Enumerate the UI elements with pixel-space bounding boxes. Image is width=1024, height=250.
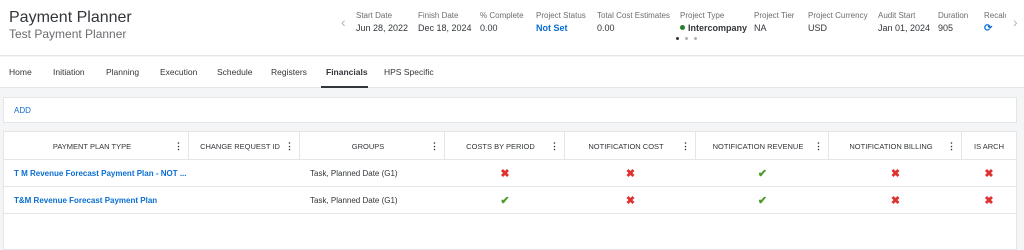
tab-execution[interactable]: Execution <box>160 67 197 77</box>
notification-cost-cell: ✖ <box>565 160 696 187</box>
status-dot-icon <box>680 25 685 30</box>
payment-plan-table: PAYMENT PLAN TYPE ⋮ CHANGE REQUEST ID ⋮ GR… <box>3 131 1017 250</box>
tab-home[interactable]: Home <box>9 67 32 77</box>
cross-icon: ✖ <box>984 168 994 180</box>
payment-plan-type-link[interactable]: T&M Revenue Forecast Payment Plan <box>4 187 189 214</box>
payment-plan-type-link[interactable]: T M Revenue Forecast Payment Plan - NOT … <box>4 160 189 187</box>
cross-icon: ✖ <box>500 168 510 180</box>
cross-icon: ✖ <box>890 195 901 207</box>
change-request-id-cell <box>189 160 300 187</box>
tab-initiation[interactable]: Initiation <box>53 67 85 77</box>
column-header-costs-by-period[interactable]: COSTS BY PERIOD ⋮ <box>445 132 565 160</box>
tab-hps-specific[interactable]: HPS Specific <box>384 67 434 77</box>
is-arch-cell: ✖ <box>962 160 1016 187</box>
notification-billing-cell: ✖ <box>829 187 962 214</box>
column-header-change-request-id[interactable]: CHANGE REQUEST ID ⋮ <box>189 132 300 160</box>
cross-icon: ✖ <box>890 168 901 180</box>
kpi-recalc[interactable]: Recalc ⟳ <box>984 11 1006 34</box>
tab-bar: Home Initiation Planning Execution Sched… <box>0 57 1024 88</box>
column-header-is-arch[interactable]: IS ARCH <box>962 132 1016 160</box>
page-subtitle: Test Payment Planner <box>9 27 127 41</box>
column-header-payment-plan-type[interactable]: PAYMENT PLAN TYPE ⋮ <box>4 132 189 160</box>
page-title: Payment Planner <box>9 9 132 26</box>
table-toolbar: ADD <box>3 97 1017 123</box>
notification-cost-cell: ✖ <box>565 187 696 214</box>
tab-registers[interactable]: Registers <box>271 67 307 77</box>
check-icon: ✔ <box>500 195 510 207</box>
column-header-notification-billing[interactable]: NOTIFICATION BILLING ⋮ <box>829 132 962 160</box>
pager-dot[interactable] <box>685 37 688 40</box>
tab-schedule[interactable]: Schedule <box>217 67 252 77</box>
kpi-project-status[interactable]: Project Status Not Set <box>536 11 586 33</box>
table-header: PAYMENT PLAN TYPE ⋮ CHANGE REQUEST ID ⋮ GR… <box>4 132 1016 160</box>
is-arch-cell: ✖ <box>962 187 1016 214</box>
kpi-project-type: Project Type Intercompany <box>680 11 748 33</box>
groups-cell: Task, Planned Date (G1) <box>310 169 398 178</box>
column-header-notification-revenue[interactable]: NOTIFICATION REVENUE ⋮ <box>696 132 829 160</box>
column-menu-icon[interactable]: ⋮ <box>430 142 439 151</box>
column-menu-icon[interactable]: ⋮ <box>947 142 956 151</box>
column-menu-icon[interactable]: ⋮ <box>550 142 559 151</box>
tab-financials[interactable]: Financials <box>326 67 368 77</box>
kpi-finish-date: Finish Date Dec 18, 2024 <box>418 11 472 33</box>
column-header-notification-cost[interactable]: NOTIFICATION COST ⋮ <box>565 132 696 160</box>
add-button[interactable]: ADD <box>14 106 31 115</box>
costs-by-period-cell: ✔ <box>445 187 565 214</box>
kpi-project-currency: Project Currency USD <box>808 11 868 33</box>
pager-dot[interactable] <box>694 37 697 40</box>
kpi-duration: Duration 905 <box>938 11 969 33</box>
cross-icon: ✖ <box>984 195 994 207</box>
column-header-groups[interactable]: GROUPS ⋮ <box>300 132 445 160</box>
pager-dot-active[interactable] <box>676 37 679 40</box>
next-kpi-arrow-icon[interactable]: › <box>1013 14 1018 30</box>
active-tab-indicator <box>321 86 368 88</box>
prev-kpi-arrow-icon[interactable]: ‹ <box>341 14 346 30</box>
kpi-pager <box>676 37 697 40</box>
kpi-percent-complete: % Complete 0.00 <box>480 11 524 33</box>
notification-revenue-cell: ✔ <box>696 160 829 187</box>
refresh-icon[interactable]: ⟳ <box>984 23 992 34</box>
kpi-start-date: Start Date Jun 28, 2022 <box>356 11 409 33</box>
table-row[interactable]: T M Revenue Forecast Payment Plan - NOT … <box>4 160 1016 187</box>
project-status-link[interactable]: Not Set <box>536 23 586 33</box>
kpi-audit-start: Audit Start Jan 01, 2024 <box>878 11 931 33</box>
table-row[interactable]: T&M Revenue Forecast Payment Plan Task, … <box>4 187 1016 214</box>
kpi-total-cost-estimates: Total Cost Estimates 0.00 <box>597 11 670 33</box>
check-icon: ✔ <box>757 168 768 180</box>
change-request-id-cell <box>189 187 300 214</box>
tab-planning[interactable]: Planning <box>106 67 139 77</box>
column-menu-icon[interactable]: ⋮ <box>814 142 823 151</box>
column-menu-icon[interactable]: ⋮ <box>174 142 183 151</box>
object-page-header: Payment Planner Test Payment Planner ‹ ›… <box>0 0 1024 56</box>
cross-icon: ✖ <box>625 168 636 180</box>
groups-cell: Task, Planned Date (G1) <box>310 196 398 205</box>
kpi-project-tier: Project Tier NA <box>754 11 795 33</box>
cross-icon: ✖ <box>625 195 636 207</box>
costs-by-period-cell: ✖ <box>445 160 565 187</box>
check-icon: ✔ <box>757 195 768 207</box>
notification-billing-cell: ✖ <box>829 160 962 187</box>
column-menu-icon[interactable]: ⋮ <box>285 142 294 151</box>
column-menu-icon[interactable]: ⋮ <box>681 142 690 151</box>
notification-revenue-cell: ✔ <box>696 187 829 214</box>
